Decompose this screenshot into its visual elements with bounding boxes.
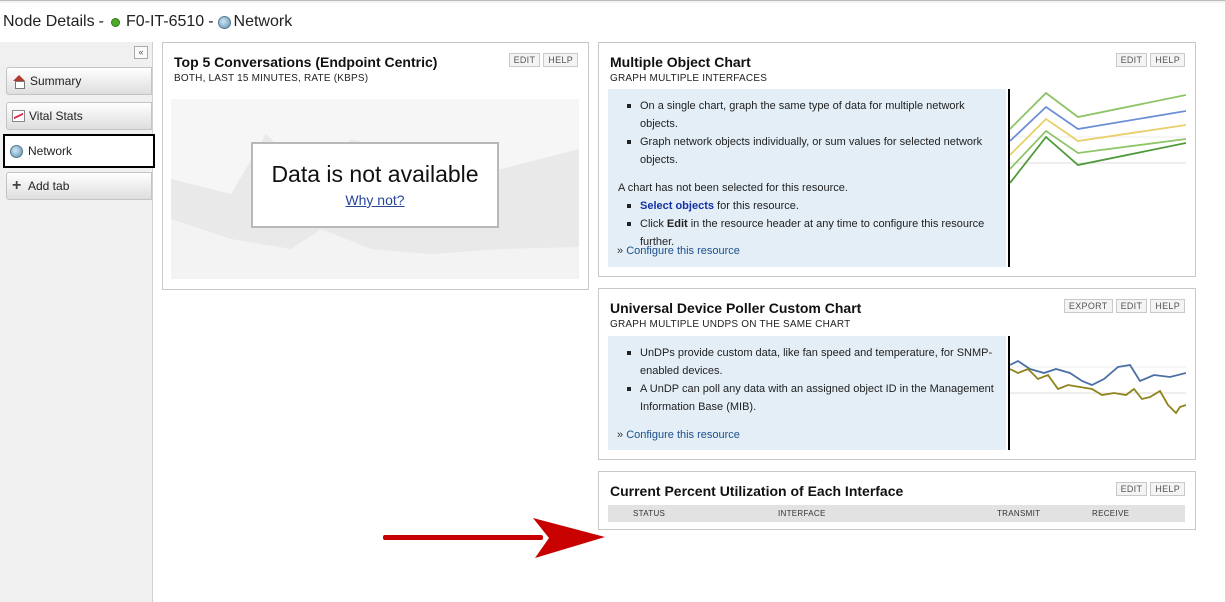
annotation-arrow-shaft: [383, 535, 543, 540]
panel-title: Current Percent Utilization of Each Inte…: [610, 483, 904, 499]
configure-line: » Configure this resource: [617, 429, 740, 441]
help-button[interactable]: HELP: [543, 53, 578, 67]
multiple-object-chart-panel: Multiple Object Chart GRAPH MULTIPLE INT…: [598, 42, 1196, 277]
panel-title: Multiple Object Chart: [610, 54, 751, 70]
sidebar-tab-network[interactable]: Network: [3, 134, 155, 168]
panel-buttons: EDIT HELP: [1115, 482, 1185, 496]
table-header: STATUS INTERFACE TRANSMIT RECEIVE: [608, 505, 1185, 522]
panel-buttons: EDIT HELP: [508, 53, 578, 67]
help-button[interactable]: HELP: [1150, 482, 1185, 496]
edit-button[interactable]: EDIT: [508, 53, 541, 67]
panel-title: Universal Device Poller Custom Chart: [610, 300, 862, 316]
export-button[interactable]: EXPORT: [1063, 299, 1113, 313]
sidebar-tab-vital-stats[interactable]: Vital Stats: [6, 102, 152, 130]
why-not-link[interactable]: Why not?: [345, 192, 404, 208]
edit-button[interactable]: EDIT: [1115, 482, 1148, 496]
page-title: Node Details - F0-IT-6510 - Network: [3, 13, 293, 30]
sample-multi-line-chart: [1010, 91, 1186, 184]
window-top-edge: [0, 0, 1225, 3]
node-name: F0-IT-6510: [125, 13, 205, 30]
sidebar-tab-summary[interactable]: Summary: [6, 67, 152, 95]
annotation-arrow-head: [533, 518, 605, 558]
info-box: UnDPs provide custom data, like fan spee…: [608, 336, 1006, 450]
panel-buttons: EDIT HELP: [1115, 53, 1185, 67]
panel-subtitle: GRAPH MULTIPLE INTERFACES: [610, 73, 768, 84]
undp-custom-chart-panel: Universal Device Poller Custom Chart GRA…: [598, 288, 1196, 460]
plus-icon: +: [12, 177, 22, 194]
panel-subtitle: GRAPH MULTIPLE UNDPS ON THE SAME CHART: [610, 319, 851, 330]
data-unavailable-message: Data is not available: [271, 161, 479, 187]
data-unavailable-dialog: Data is not available Why not?: [251, 142, 499, 228]
column-header-receive[interactable]: RECEIVE: [1092, 509, 1129, 518]
info-box: On a single chart, graph the same type o…: [608, 89, 1006, 267]
edit-button[interactable]: EDIT: [1115, 53, 1148, 67]
globe-icon: [10, 144, 23, 158]
interface-utilization-panel: Current Percent Utilization of Each Inte…: [598, 471, 1196, 530]
page-title-text: Node Details: [3, 13, 95, 30]
sidebar: « Summary Vital Stats Network + Add tab: [0, 42, 155, 602]
configure-line: » Configure this resource: [617, 245, 740, 257]
panel-title: Top 5 Conversations (Endpoint Centric): [174, 54, 438, 70]
status-up-icon: [110, 17, 120, 27]
home-icon: [12, 74, 26, 89]
select-objects-line: Select objects for this resource.: [618, 197, 996, 215]
column-header-interface[interactable]: INTERFACE: [778, 509, 826, 518]
panel-subtitle: BOTH, LAST 15 MINUTES, RATE (KBPS): [174, 73, 369, 84]
not-selected-text: A chart has not been selected for this r…: [618, 182, 848, 194]
select-objects-link[interactable]: Select objects: [640, 200, 714, 212]
panel-buttons: EXPORT EDIT HELP: [1063, 299, 1185, 313]
help-button[interactable]: HELP: [1150, 299, 1185, 313]
column-header-status[interactable]: STATUS: [633, 509, 665, 518]
info-bullet: A UnDP can poll any data with an assigne…: [618, 380, 996, 416]
configure-resource-link[interactable]: Configure this resource: [626, 245, 740, 257]
help-button[interactable]: HELP: [1150, 53, 1185, 67]
sidebar-tab-add[interactable]: + Add tab: [6, 172, 152, 200]
info-bullet: Graph network objects individually, or s…: [618, 133, 996, 169]
edit-button[interactable]: EDIT: [1115, 299, 1148, 313]
sample-undp-chart: [1010, 359, 1186, 415]
column-header-transmit[interactable]: TRANSMIT: [997, 509, 1040, 518]
globe-icon: [217, 15, 231, 29]
info-bullet: On a single chart, graph the same type o…: [618, 97, 996, 133]
configure-resource-link[interactable]: Configure this resource: [626, 429, 740, 441]
view-name: Network: [233, 13, 293, 30]
collapse-sidebar-button[interactable]: «: [134, 46, 148, 59]
chart-icon: [12, 110, 25, 122]
info-bullet: UnDPs provide custom data, like fan spee…: [618, 344, 996, 380]
